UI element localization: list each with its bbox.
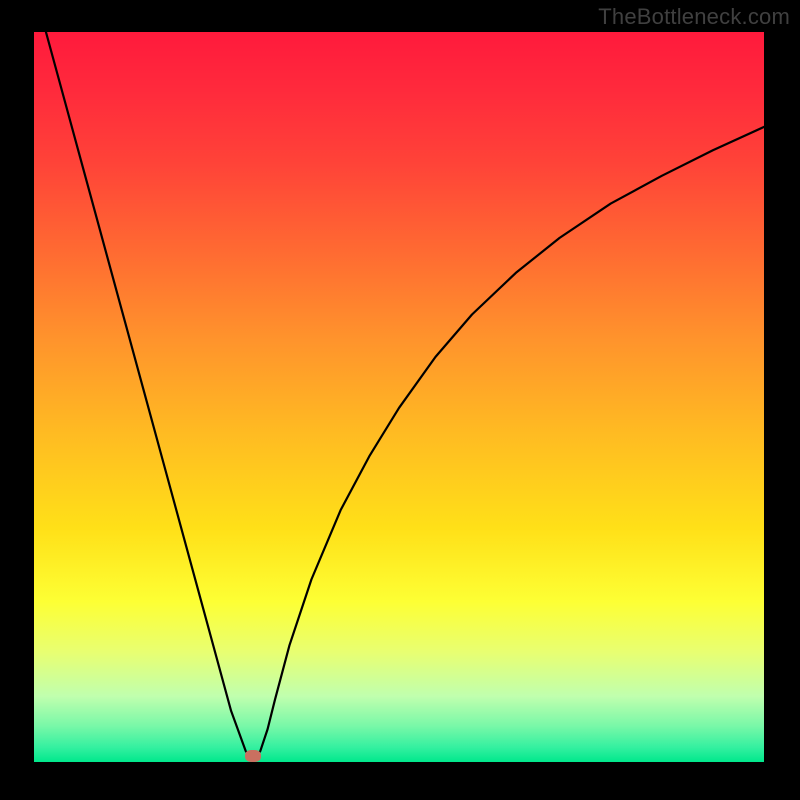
chart-frame: TheBottleneck.com (0, 0, 800, 800)
bottleneck-curve (34, 32, 764, 762)
watermark-text: TheBottleneck.com (598, 4, 790, 30)
plot-area (34, 32, 764, 762)
curve-path (34, 32, 764, 762)
optimum-marker (245, 750, 261, 762)
